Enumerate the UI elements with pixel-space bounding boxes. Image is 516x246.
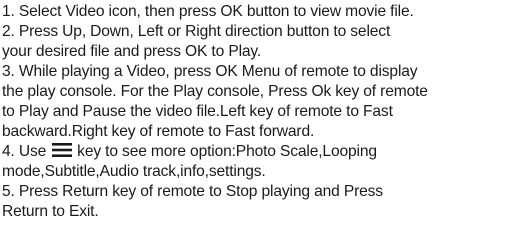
instruction-line-8: 4. Use key to see more option:Photo Scale… xyxy=(2,142,514,162)
instruction-line-2: 2. Press Up, Down, Left or Right directi… xyxy=(2,23,391,40)
instruction-line-7: backward.Right key of remote to Fast for… xyxy=(2,123,315,140)
instruction-line-8-prefix: 4. Use xyxy=(2,143,47,160)
instruction-line-10: 5. Press Return key of remote to Stop pl… xyxy=(2,183,383,200)
instruction-line-4: 3. While playing a Video, press OK Menu … xyxy=(2,63,418,80)
menu-icon xyxy=(52,143,73,158)
instruction-line-1: 1. Select Video icon, then press OK butt… xyxy=(2,3,414,20)
instruction-line-5: the play console. For the Play console, … xyxy=(2,83,428,100)
instruction-text: 1. Select Video icon, then press OK butt… xyxy=(2,2,514,222)
instruction-line-11: Return to Exit. xyxy=(2,203,99,220)
instruction-line-8-suffix: key to see more option:Photo Scale,Loopi… xyxy=(77,143,377,160)
instruction-line-9: mode,Subtitle,Audio track,info,settings. xyxy=(2,163,266,180)
instruction-line-3: your desired file and press OK to Play. xyxy=(2,43,262,60)
instruction-line-6: to Play and Pause the video file.Left ke… xyxy=(2,103,393,120)
